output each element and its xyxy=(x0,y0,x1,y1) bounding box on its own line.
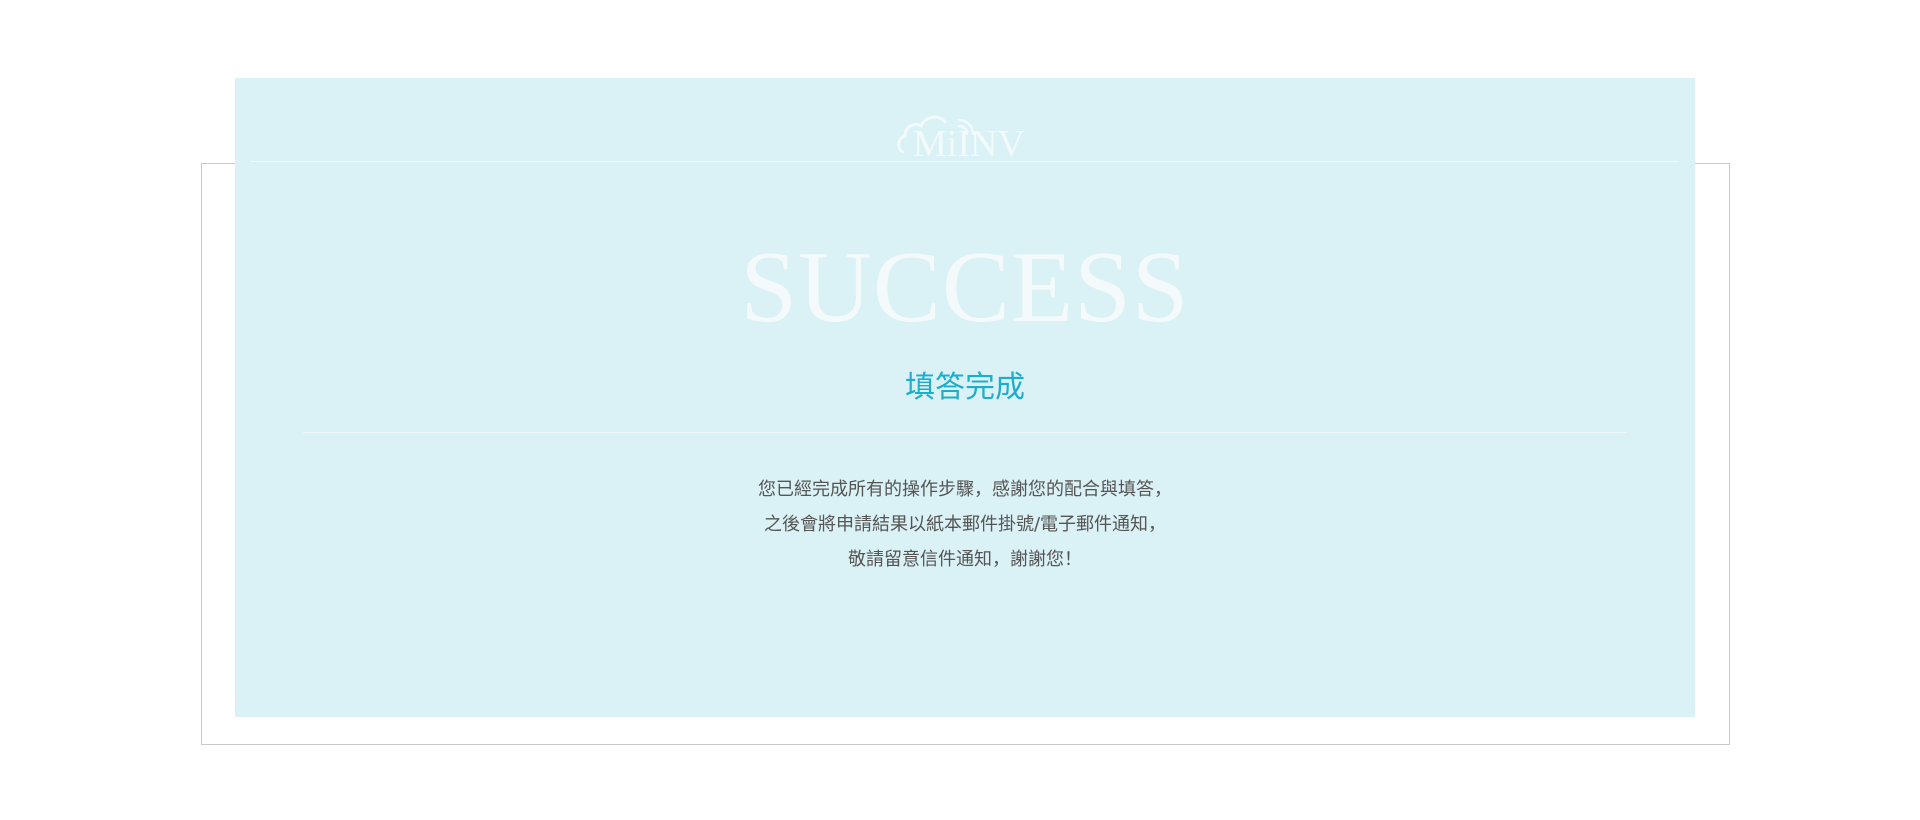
message-line-3: 敬請留意信件通知，謝謝您！ xyxy=(848,549,1082,570)
message-line-2: 之後會將申請結果以紙本郵件掛號/電子郵件通知， xyxy=(763,514,1167,535)
logo-text: MiINV xyxy=(913,123,1025,160)
message-line-1: 您已經完成所有的操作步驟，感謝您的配合與填答， xyxy=(758,479,1172,500)
top-divider xyxy=(251,161,1679,162)
success-card: MiINV SUCCESS 填答完成 您已經完成所有的操作步驟，感謝您的配合與填… xyxy=(235,78,1695,717)
miinv-logo: MiINV xyxy=(895,100,1035,165)
success-title: SUCCESS xyxy=(740,231,1190,344)
completion-subtitle: 填答完成 xyxy=(905,370,1025,405)
section-divider xyxy=(303,432,1627,433)
cloud-wifi-logo-icon: MiINV xyxy=(897,115,1025,165)
completion-message: 您已經完成所有的操作步驟，感謝您的配合與填答， 之後會將申請結果以紙本郵件掛號/… xyxy=(235,472,1695,577)
